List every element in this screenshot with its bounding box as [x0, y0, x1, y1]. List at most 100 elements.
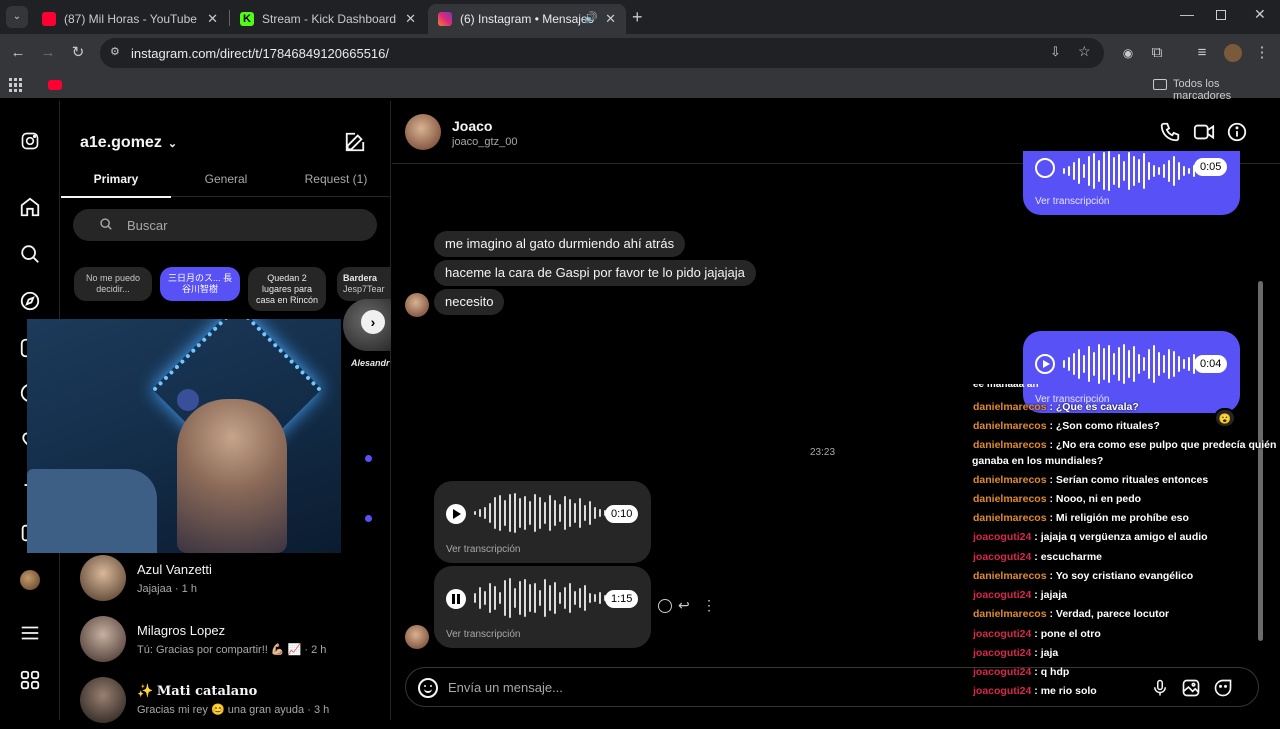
waveform-bar: [1123, 161, 1125, 181]
search-input[interactable]: Buscar: [127, 218, 167, 233]
message-bubble-incoming[interactable]: me imagino al gato durmiendo ahí atrás: [434, 231, 686, 257]
play-button[interactable]: [1035, 354, 1055, 374]
explore-icon[interactable]: [18, 289, 42, 313]
notes-next-button[interactable]: ›: [361, 310, 385, 334]
apps-grid-icon[interactable]: [9, 78, 23, 92]
waveform-bar: [1088, 156, 1090, 186]
note-bubble-music[interactable]: 三日月のス... 長谷川智樹: [160, 267, 240, 301]
waveform-bar: [1123, 344, 1125, 384]
url-text[interactable]: instagram.com/direct/t/17846849120665516…: [131, 46, 389, 61]
install-app-icon[interactable]: ⇩: [1050, 44, 1061, 60]
close-window-button[interactable]: ✕: [1254, 6, 1266, 23]
youtube-bookmark-icon[interactable]: [48, 80, 62, 90]
emoji-picker-icon[interactable]: [418, 678, 438, 698]
reload-icon[interactable]: ↻: [68, 43, 88, 63]
contact-name[interactable]: Joaco: [452, 118, 492, 134]
waveform-bar: [474, 511, 476, 515]
conversation-row[interactable]: ✨ Mati catalano Gracias mi rey 😊 una gra…: [61, 669, 391, 729]
search-box[interactable]: Buscar: [73, 209, 377, 241]
search-icon[interactable]: [18, 242, 42, 266]
conversation-info-icon[interactable]: [1226, 121, 1248, 148]
waveform-bar: [524, 579, 526, 617]
all-bookmarks-link[interactable]: Todos los marcadores: [1173, 78, 1280, 102]
waveform-bar: [579, 498, 581, 528]
waveform-bar: [1093, 352, 1095, 376]
reaction-emoji[interactable]: 😮: [1214, 408, 1236, 428]
message-bubble-incoming[interactable]: haceme la cara de Gaspi por favor te lo …: [434, 260, 756, 286]
waveform-bar: [1143, 357, 1145, 371]
tab-requests[interactable]: Request (1): [281, 172, 391, 186]
phone-call-icon[interactable]: [1159, 121, 1181, 148]
instagram-logo-icon[interactable]: [18, 129, 42, 153]
contact-avatar[interactable]: [405, 114, 441, 150]
browser-tab-instagram[interactable]: (6) Instagram • Mensajes 🔊 ✕: [428, 4, 626, 34]
more-menu-icon[interactable]: [18, 621, 42, 645]
waveform-bar: [579, 588, 581, 608]
profile-avatar[interactable]: [1224, 44, 1242, 62]
waveform-bar: [1183, 359, 1185, 369]
back-arrow-icon[interactable]: ←: [8, 43, 28, 63]
more-options-icon[interactable]: ⋮: [702, 597, 716, 614]
chat-panel: Joaco joaco_gtz_00 0:05 Ver transcripció…: [392, 101, 1280, 720]
tab-title: Stream - Kick Dashboard: [262, 12, 397, 26]
note-bubble-partial[interactable]: Bardera Jesp7Tear: [337, 267, 391, 301]
tab-primary[interactable]: Primary: [61, 172, 171, 186]
tab-general[interactable]: General: [171, 172, 281, 186]
view-transcript-link[interactable]: Ver transcripción: [446, 629, 520, 640]
restore-window-button[interactable]: [1216, 10, 1226, 20]
tab-title: (87) Mil Horas - YouTube: [64, 12, 197, 26]
waveform-bar: [1118, 154, 1120, 188]
close-tab-icon[interactable]: ✕: [207, 11, 218, 27]
react-emoji-icon[interactable]: [658, 599, 672, 613]
sticker-icon[interactable]: [1213, 678, 1233, 703]
close-tab-icon[interactable]: ✕: [405, 11, 416, 27]
close-tab-icon[interactable]: ✕: [605, 11, 616, 27]
waveform-bar: [1133, 346, 1135, 382]
extensions-puzzle-icon[interactable]: ⧉: [1147, 43, 1167, 63]
new-tab-button[interactable]: +: [632, 7, 643, 28]
profile-avatar[interactable]: [18, 568, 42, 592]
forward-arrow-icon[interactable]: →: [38, 43, 58, 63]
view-transcript-link[interactable]: Ver transcripción: [446, 544, 520, 555]
waveform-bar: [1108, 151, 1110, 191]
account-switcher[interactable]: a1e.gomez ⌄: [80, 134, 177, 152]
message-input[interactable]: Envía un mensaje...: [448, 680, 563, 695]
new-message-button[interactable]: [344, 131, 366, 158]
stream-chat-username: joacoguti24: [973, 647, 1032, 659]
address-bar[interactable]: ⚙ instagram.com/direct/t/178468491206655…: [100, 38, 1104, 68]
message-bubble-incoming[interactable]: necesito: [434, 289, 505, 315]
chrome-menu-icon[interactable]: ⋮: [1252, 43, 1272, 63]
minimize-window-button[interactable]: —: [1180, 6, 1194, 22]
home-icon[interactable]: [18, 195, 42, 219]
tab-list-dropdown-button[interactable]: ⌄: [6, 6, 28, 28]
message-timestamp: 23:23: [810, 447, 836, 458]
video-call-icon[interactable]: [1193, 121, 1215, 148]
note-bubble[interactable]: No me puedo decidir...: [74, 267, 152, 301]
pause-button[interactable]: [446, 589, 466, 609]
bookmark-star-icon[interactable]: ☆: [1078, 43, 1091, 60]
threads-apps-icon[interactable]: [18, 668, 42, 692]
chat-scrollbar[interactable]: [1258, 281, 1263, 641]
tab-audio-icon[interactable]: 🔊: [584, 11, 598, 24]
play-button[interactable]: [1035, 158, 1055, 178]
conversation-row[interactable]: Milagros Lopez Tú: Gracias por compartir…: [61, 609, 391, 669]
browser-tab-youtube[interactable]: (87) Mil Horas - YouTube ✕: [32, 4, 228, 34]
media-control-icon[interactable]: ≡: [1192, 43, 1212, 63]
note-title: Bardera: [343, 273, 378, 283]
extension-icon[interactable]: ◉: [1118, 43, 1138, 63]
reply-arrow-icon[interactable]: ↩: [678, 597, 690, 614]
browser-tab-kick[interactable]: K Stream - Kick Dashboard ✕: [230, 4, 426, 34]
play-button[interactable]: [446, 504, 466, 524]
waveform-bar: [574, 591, 576, 605]
image-upload-icon[interactable]: [1181, 678, 1201, 703]
tab-active-indicator: [61, 196, 171, 198]
view-transcript-link[interactable]: Ver transcripción: [1035, 196, 1109, 207]
site-info-icon[interactable]: ⚙: [110, 45, 124, 59]
conversation-row[interactable]: Azul Vanzetti Jajajaa · 1 h: [61, 547, 391, 607]
waveform-bar: [544, 579, 546, 617]
bookmarks-bar: Todos los marcadores: [0, 72, 1280, 102]
message-composer[interactable]: Envía un mensaje...: [405, 667, 1259, 707]
note-bubble[interactable]: Quedan 2 lugares para casa en Rincón: [248, 267, 326, 311]
microphone-icon[interactable]: [1151, 678, 1169, 703]
waveform-bar: [554, 582, 556, 614]
